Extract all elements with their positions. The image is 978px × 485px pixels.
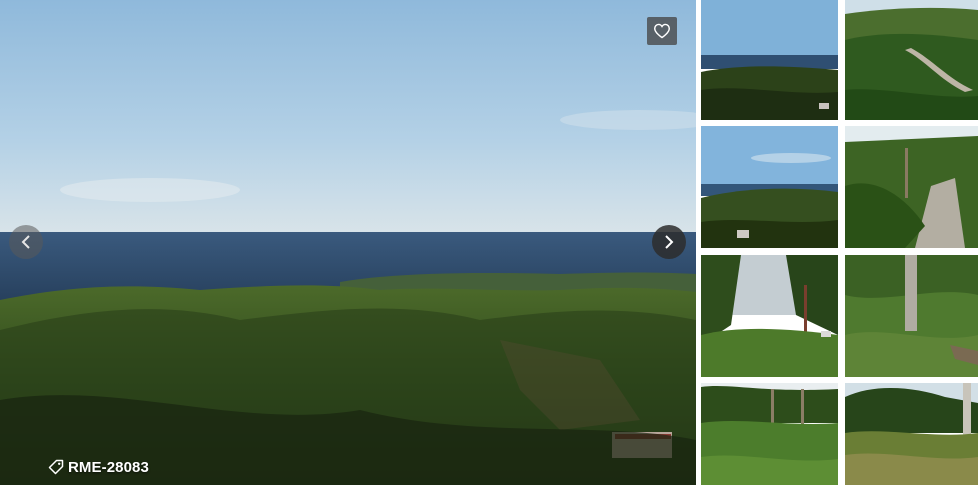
- thumbnail-3[interactable]: [701, 126, 838, 248]
- chevron-left-icon: [21, 235, 30, 249]
- thumbnail-8[interactable]: [845, 383, 978, 485]
- tag-icon: [48, 459, 64, 475]
- favorite-button[interactable]: [647, 17, 677, 45]
- thumbnail-7[interactable]: [701, 383, 838, 485]
- thumbnail-1[interactable]: [701, 0, 838, 120]
- thumbnail-5[interactable]: [701, 255, 838, 377]
- thumbnail-image: [845, 255, 978, 377]
- listing-reference-text: RME-28083: [68, 458, 149, 476]
- previous-photo-button[interactable]: [9, 225, 43, 259]
- thumbnail-image: [845, 126, 978, 248]
- thumbnail-6[interactable]: [845, 255, 978, 377]
- listing-reference: RME-28083: [48, 457, 149, 477]
- thumbnail-image: [701, 255, 838, 377]
- heart-icon: [653, 23, 671, 39]
- main-photo[interactable]: RME-28083: [0, 0, 696, 485]
- main-photo-image: [0, 0, 696, 485]
- chevron-right-icon: [665, 235, 674, 249]
- thumbnail-image: [701, 0, 838, 120]
- photo-gallery: RME-28083: [0, 0, 978, 485]
- thumbnail-4[interactable]: [845, 126, 978, 248]
- thumbnail-image: [845, 383, 978, 485]
- thumbnail-image: [701, 126, 838, 248]
- thumbnail-2[interactable]: [845, 0, 978, 120]
- next-photo-button[interactable]: [652, 225, 686, 259]
- thumbnail-image: [701, 383, 838, 485]
- thumbnail-image: [845, 0, 978, 120]
